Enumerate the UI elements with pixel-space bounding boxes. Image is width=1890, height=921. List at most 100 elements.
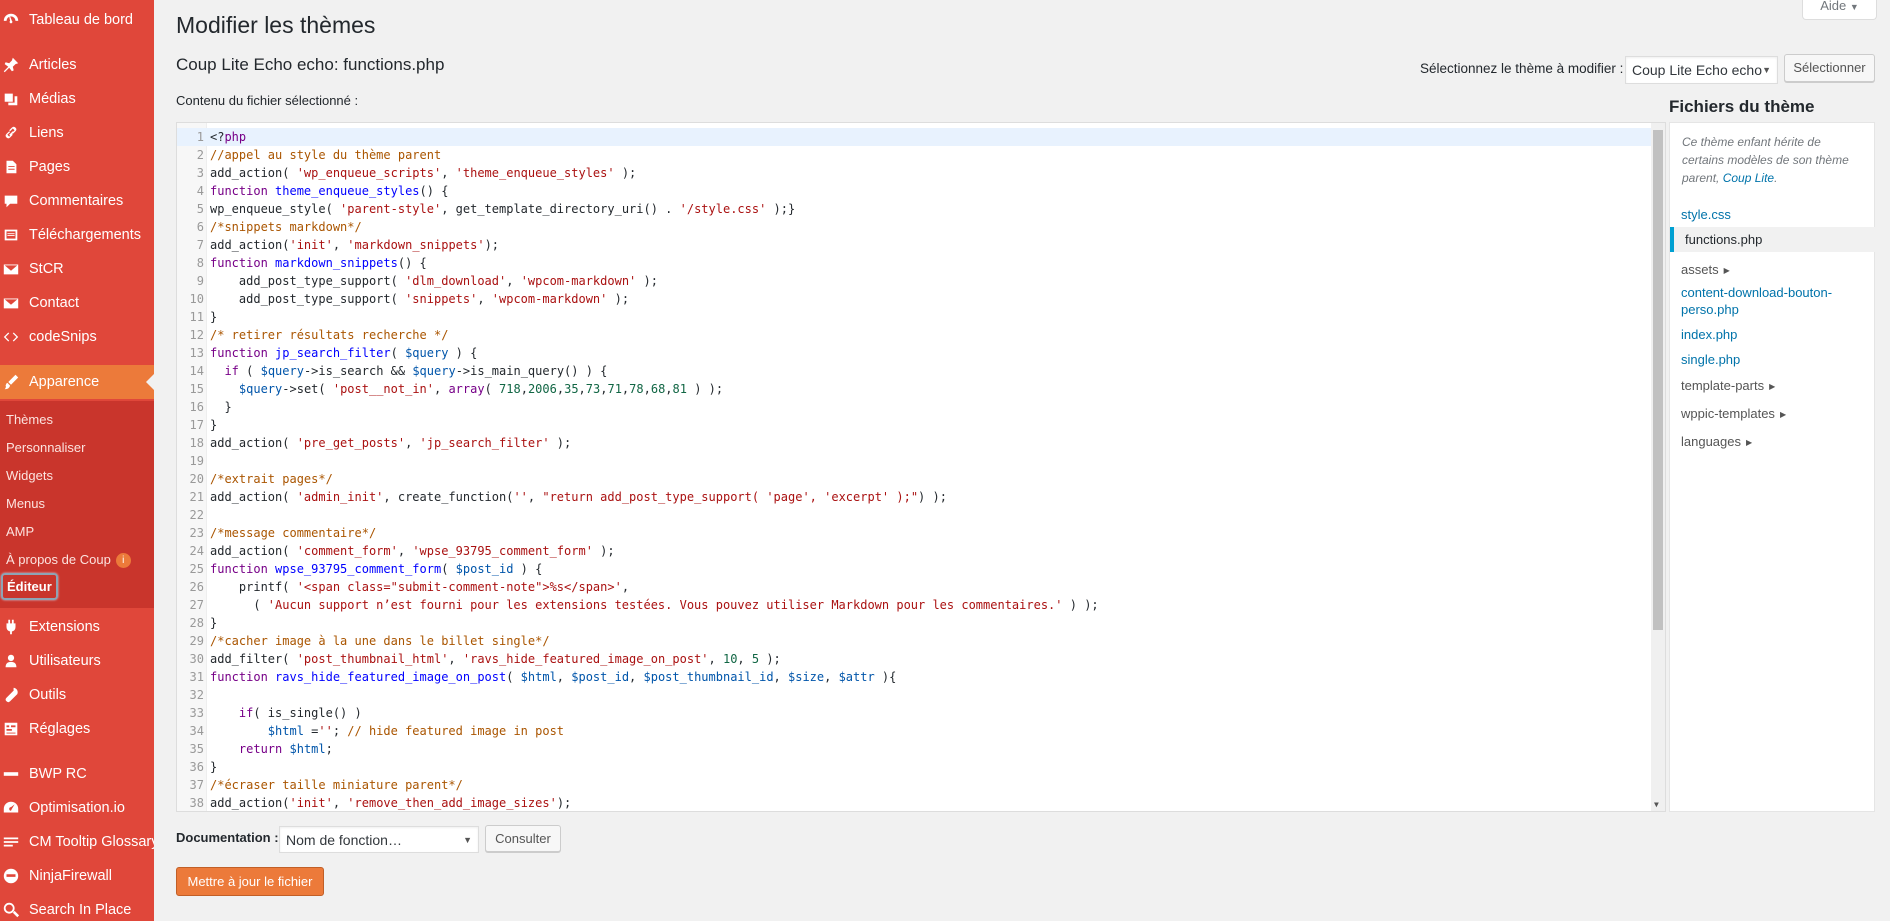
code-line[interactable]: 12 /* retirer résultats recherche */ [177, 326, 1651, 344]
bwp-icon [0, 763, 22, 785]
expand-icon[interactable]: ▶ [1780, 410, 1786, 419]
line-number: 18 [189, 436, 204, 450]
submenu-item--propos-de-coup[interactable]: À propos de Coup i [6, 552, 131, 569]
sidebar-item-contact[interactable]: Contact [0, 286, 154, 320]
submenu-item--diteur[interactable]: Éditeur [1, 573, 58, 600]
code-line[interactable]: 25 function wpse_93795_comment_form( $pos… [177, 560, 1651, 578]
code-line[interactable]: 36} [177, 758, 1651, 776]
code-line[interactable]: 24 add_action( 'comment_form', 'wpse_9379… [177, 542, 1651, 560]
submenu-item-th-mes[interactable]: Thèmes [6, 412, 53, 427]
function-name-select[interactable]: Nom de fonction… ▼ [279, 826, 479, 853]
sidebar-item-tableau-de-bord[interactable]: Tableau de bord [0, 3, 154, 37]
sidebar-item-utilisateurs[interactable]: Utilisateurs [0, 644, 154, 678]
sidebar-item-r-glages[interactable]: Réglages [0, 712, 154, 746]
submenu-item-widgets[interactable]: Widgets [6, 468, 53, 483]
submenu-item-menus[interactable]: Menus [6, 496, 45, 511]
sidebar-item-m-dias[interactable]: Médias [0, 82, 154, 116]
code-line[interactable]: 29 /*cacher image à la une dans le billet… [177, 632, 1651, 650]
theme-select[interactable]: Coup Lite Echo echo ▼ [1625, 56, 1778, 84]
code-line[interactable]: 17} [177, 416, 1651, 434]
code-line[interactable]: 11} [177, 308, 1651, 326]
sidebar-item-codesnips[interactable]: codeSnips [0, 320, 154, 354]
help-tab[interactable]: Aide ▼ [1802, 0, 1877, 20]
sidebar-item-liens[interactable]: Liens [0, 116, 154, 150]
sidebar-item-articles[interactable]: Articles [0, 48, 154, 82]
sidebar-item-t-l-chargements[interactable]: Téléchargements [0, 218, 154, 252]
code-line[interactable]: 26 printf( '<span class="submit-comment-… [177, 578, 1651, 596]
sidebar-item-bwp-rc[interactable]: BWP RC [0, 757, 154, 791]
file-style-css[interactable]: style.css [1681, 206, 1731, 223]
code-line[interactable]: 7 add_action('init', 'markdown_snippets')… [177, 236, 1651, 254]
expand-icon[interactable]: ▶ [1746, 438, 1752, 447]
code-line[interactable]: 22 [177, 506, 1651, 524]
code-text: add_action( 'admin_init', create_functio… [210, 490, 947, 504]
code-line[interactable]: 38 add_action('init', 'remove_then_add_im… [177, 794, 1651, 811]
code-line[interactable]: 14 if ( $query->is_search && $query->is_… [177, 362, 1651, 380]
code-line[interactable]: 19 [177, 452, 1651, 470]
sidebar-item-commentaires[interactable]: Commentaires [0, 184, 154, 218]
sidebar-item-label: CM Tooltip Glossary [29, 834, 154, 850]
file-single-php[interactable]: single.php [1681, 351, 1740, 368]
code-line[interactable]: 15 $query->set( 'post__not_in', array( 7… [177, 380, 1651, 398]
folder-wppic-templates[interactable]: wppic-templates ▶ [1681, 406, 1786, 421]
code-editor[interactable]: 1 <?php 2 //appel au style du thème parent 3… [176, 122, 1666, 812]
sidebar-item-pages[interactable]: Pages [0, 150, 154, 184]
code-line[interactable]: 1 <?php [177, 128, 1651, 146]
sidebar-item-cm-tooltip-glossary[interactable]: CM Tooltip Glossary [0, 825, 154, 859]
sidebar-item-label: StCR [29, 261, 64, 277]
code-line[interactable]: 31 function ravs_hide_featured_image_on_p… [177, 668, 1651, 686]
sidebar-item-extensions[interactable]: Extensions [0, 610, 154, 644]
folder-languages[interactable]: languages ▶ [1681, 434, 1752, 449]
link-icon [0, 122, 22, 144]
code-line[interactable]: 3 add_action( 'wp_enqueue_scripts', 'them… [177, 164, 1651, 182]
code-line[interactable]: 34 $html =''; // hide featured image in … [177, 722, 1651, 740]
code-line[interactable]: 5 wp_enqueue_style( 'parent-style', get_t… [177, 200, 1651, 218]
sidebar-item-stcr[interactable]: StCR [0, 252, 154, 286]
code-line[interactable]: 33 if( is_single() ) [177, 704, 1651, 722]
folder-assets[interactable]: assets ▶ [1681, 262, 1730, 277]
code-line[interactable]: 8 function markdown_snippets() { [177, 254, 1651, 272]
expand-icon[interactable]: ▶ [1769, 382, 1775, 391]
file-name: assets [1681, 262, 1719, 277]
line-number: 11 [189, 310, 204, 324]
file-functions-php[interactable]: functions.php [1670, 227, 1875, 252]
sidebar-item-apparence[interactable]: Apparence [0, 365, 154, 399]
sidebar-item-optimisation-io[interactable]: Optimisation.io [0, 791, 154, 825]
scroll-down-icon[interactable]: ▼ [1654, 800, 1659, 809]
code-line[interactable]: 4 function theme_enqueue_styles() { [177, 182, 1651, 200]
code-line[interactable]: 18 add_action( 'pre_get_posts', 'jp_searc… [177, 434, 1651, 452]
code-line[interactable]: 37 /*écraser taille miniature parent*/ [177, 776, 1651, 794]
code-line[interactable]: 28} [177, 614, 1651, 632]
code-line[interactable]: 32 [177, 686, 1651, 704]
code-line[interactable]: 27 ( 'Aucun support n’est fourni pour le… [177, 596, 1651, 614]
parent-theme-link[interactable]: Coup Lite [1723, 171, 1774, 185]
code-line[interactable]: 9 add_post_type_support( 'dlm_download',… [177, 272, 1651, 290]
code-line[interactable]: 21 add_action( 'admin_init', create_funct… [177, 488, 1651, 506]
sidebar-item-ninjafirewall[interactable]: NinjaFirewall [0, 859, 154, 893]
line-number: 38 [189, 796, 204, 810]
code-line[interactable]: 23 /*message commentaire*/ [177, 524, 1651, 542]
folder-template-parts[interactable]: template-parts ▶ [1681, 378, 1775, 393]
expand-icon[interactable]: ▶ [1724, 266, 1730, 275]
update-file-button[interactable]: Mettre à jour le fichier [176, 867, 324, 896]
code-line[interactable]: 13 function jp_search_filter( $query ) { [177, 344, 1651, 362]
code-line[interactable]: 10 add_post_type_support( 'snippets', 'w… [177, 290, 1651, 308]
sidebar-item-search-in-place[interactable]: Search In Place [0, 893, 154, 921]
submenu-item-amp[interactable]: AMP [6, 524, 34, 539]
code-line[interactable]: 2 //appel au style du thème parent [177, 146, 1651, 164]
select-theme-button[interactable]: Sélectionner [1784, 54, 1875, 82]
file-content-download-bouton-perso-php[interactable]: content-download-bouton-perso.php [1681, 284, 1861, 318]
chevron-down-icon: ▼ [463, 834, 472, 845]
scrollbar-thumb[interactable] [1653, 130, 1663, 630]
code-line[interactable]: 30 add_filter( 'post_thumbnail_html', 'ra… [177, 650, 1651, 668]
lookup-button[interactable]: Consulter [485, 825, 561, 852]
editor-scrollbar[interactable]: ▼ [1651, 123, 1665, 811]
file-index-php[interactable]: index.php [1681, 326, 1737, 343]
code-line[interactable]: 16 } [177, 398, 1651, 416]
code-line[interactable]: 6 /*snippets markdown*/ [177, 218, 1651, 236]
sidebar-item-outils[interactable]: Outils [0, 678, 154, 712]
code-line[interactable]: 20 /*extrait pages*/ [177, 470, 1651, 488]
line-number: 15 [189, 382, 204, 396]
code-line[interactable]: 35 return $html; [177, 740, 1651, 758]
submenu-item-personnaliser[interactable]: Personnaliser [6, 440, 86, 455]
